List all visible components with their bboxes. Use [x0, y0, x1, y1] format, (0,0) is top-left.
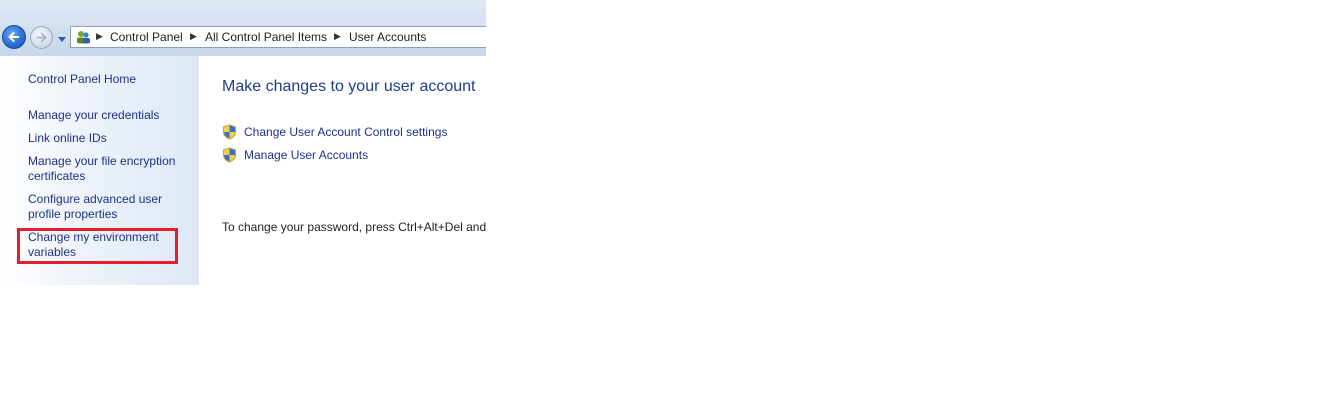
page-title: Make changes to your user account [222, 78, 476, 95]
breadcrumb-separator-icon[interactable]: ▶ [190, 31, 197, 42]
task-label[interactable]: Change User Account Control settings [244, 125, 447, 139]
breadcrumb-separator-icon[interactable]: ▶ [96, 31, 103, 42]
recent-pages-button[interactable] [57, 35, 67, 43]
password-hint-text: To change your password, press Ctrl+Alt+… [222, 220, 486, 234]
breadcrumb-user-accounts[interactable]: User Accounts [349, 30, 426, 44]
breadcrumb-separator-icon[interactable]: ▶ [334, 31, 341, 42]
sidebar-link-file-encryption[interactable]: Manage your file encryption certificates [28, 154, 193, 184]
uac-shield-icon [223, 124, 236, 140]
address-bar[interactable]: ▶ Control Panel ▶ All Control Panel Item… [70, 26, 486, 48]
back-button[interactable] [2, 25, 26, 49]
sidebar-link-user-profile[interactable]: Configure advanced user profile properti… [28, 192, 193, 222]
sidebar-link-control-panel-home[interactable]: Control Panel Home [28, 72, 193, 87]
breadcrumb-control-panel[interactable]: Control Panel [110, 30, 183, 44]
navigation-bar: ▶ Control Panel ▶ All Control Panel Item… [0, 0, 486, 56]
highlight-box [17, 228, 178, 264]
forward-button[interactable] [30, 26, 53, 49]
breadcrumb-all-items[interactable]: All Control Panel Items [205, 30, 327, 44]
forward-arrow-icon [36, 32, 47, 43]
task-label[interactable]: Manage User Accounts [244, 148, 368, 162]
sidebar-link-manage-credentials[interactable]: Manage your credentials [28, 108, 193, 123]
uac-shield-icon [223, 147, 236, 163]
back-arrow-icon [8, 31, 19, 43]
main-content: Make changes to your user account Change… [199, 56, 486, 285]
user-accounts-icon [77, 31, 90, 44]
sidebar-link-online-ids[interactable]: Link online IDs [28, 131, 193, 146]
dropdown-arrow-icon [58, 37, 66, 42]
explorer-window: ▶ Control Panel ▶ All Control Panel Item… [0, 0, 486, 285]
